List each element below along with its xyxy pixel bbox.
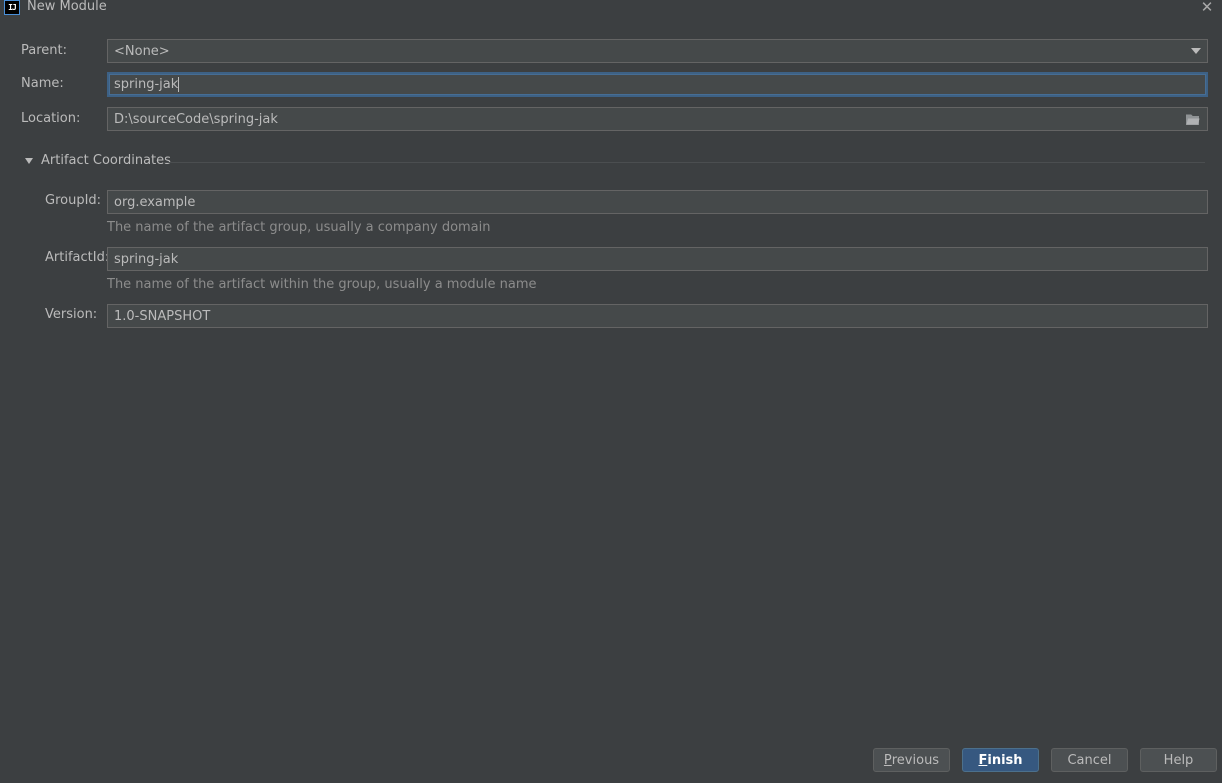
- intellij-app-icon: IJ: [4, 0, 20, 15]
- title-bar: IJ New Module ✕: [0, 0, 1222, 16]
- groupid-label: GroupId:: [45, 193, 102, 208]
- folder-icon[interactable]: [1186, 114, 1200, 125]
- parent-dropdown[interactable]: <None>: [107, 39, 1208, 63]
- text-caret: [178, 77, 180, 92]
- groupid-hint: The name of the artifact group, usually …: [107, 220, 491, 235]
- name-value: spring-jak: [114, 77, 179, 92]
- finish-button[interactable]: Finish: [962, 748, 1039, 772]
- name-input[interactable]: spring-jak: [107, 72, 1208, 97]
- version-label: Version:: [45, 307, 98, 322]
- finish-mnemonic: F: [978, 752, 988, 768]
- location-value: D:\sourceCode\spring-jak: [114, 111, 278, 127]
- location-label: Location:: [21, 111, 81, 126]
- new-module-dialog: IJ New Module ✕ Parent: <None> Name: spr…: [0, 0, 1222, 783]
- groupid-value: org.example: [114, 194, 196, 210]
- artifactid-hint: The name of the artifact within the grou…: [107, 277, 537, 292]
- version-value: 1.0-SNAPSHOT: [114, 308, 211, 324]
- section-divider: [165, 162, 1205, 163]
- chevron-down-icon[interactable]: [1191, 48, 1201, 54]
- artifact-coordinates-title[interactable]: Artifact Coordinates: [41, 153, 171, 168]
- cancel-button[interactable]: Cancel: [1051, 748, 1128, 772]
- app-icon-glyph: IJ: [8, 2, 17, 12]
- parent-value: <None>: [114, 43, 170, 59]
- close-icon[interactable]: ✕: [1200, 0, 1214, 15]
- triangle-down-icon[interactable]: [25, 158, 33, 164]
- version-input[interactable]: 1.0-SNAPSHOT: [107, 304, 1208, 328]
- window-title: New Module: [27, 0, 107, 14]
- artifactid-label: ArtifactId:: [45, 250, 110, 265]
- previous-button[interactable]: Previous: [873, 748, 950, 772]
- artifactid-value: spring-jak: [114, 251, 179, 267]
- artifactid-input[interactable]: spring-jak: [107, 247, 1208, 271]
- name-label: Name:: [21, 76, 64, 91]
- previous-label: revious: [891, 752, 940, 768]
- help-button[interactable]: Help: [1140, 748, 1217, 772]
- finish-label: inish: [987, 752, 1023, 768]
- parent-label: Parent:: [21, 43, 67, 58]
- location-input[interactable]: D:\sourceCode\spring-jak: [107, 107, 1208, 131]
- previous-mnemonic: P: [883, 752, 892, 768]
- groupid-input[interactable]: org.example: [107, 190, 1208, 214]
